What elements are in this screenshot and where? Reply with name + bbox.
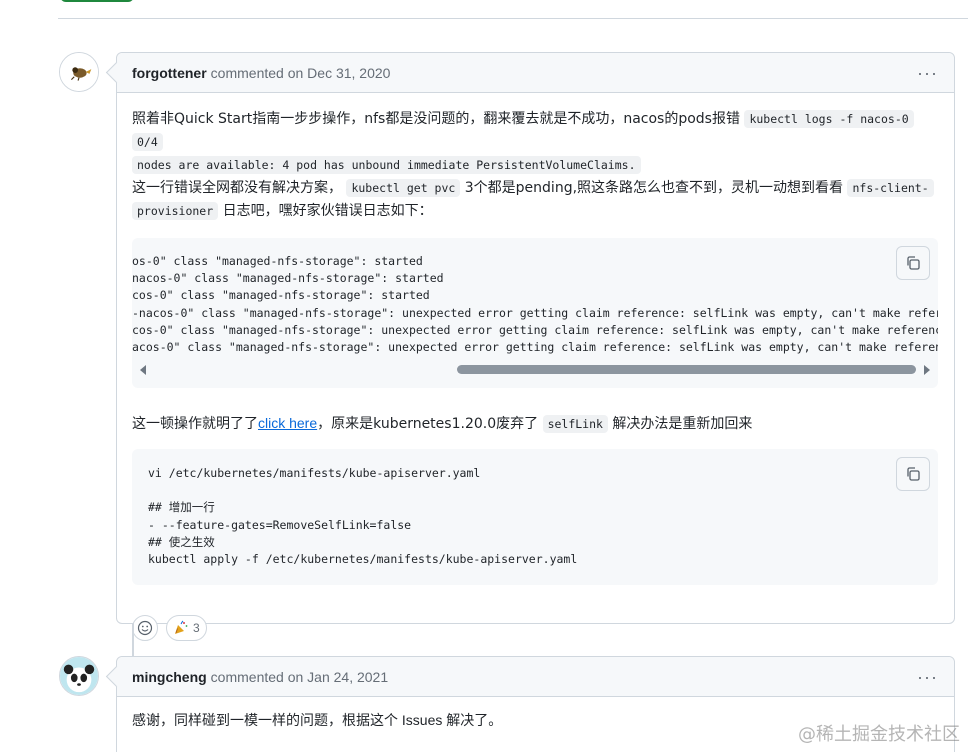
code-line: acos-0" class "managed-nfs-storage": une… [132, 340, 938, 355]
copy-button[interactable] [896, 457, 930, 491]
inline-code: provisioner [132, 202, 219, 220]
avatar-bird-icon [60, 53, 98, 91]
copy-button[interactable] [896, 246, 930, 280]
scrollbar-thumb[interactable] [457, 365, 916, 375]
comment-forgottener: forgottener commented on Dec 31, 2020 ··… [116, 52, 955, 641]
inline-code: nfs-client- [847, 179, 934, 197]
code-line: cos-0" class "managed-nfs-storage": unex… [132, 322, 938, 337]
code-line: os-0" class "managed-nfs-storage": start… [132, 254, 423, 268]
comment-paragraph-2: 这一顿操作就明了了click here，原来是kubernetes1.20.0废… [132, 415, 753, 433]
more-options-icon[interactable]: ··· [917, 668, 938, 686]
log-code-block[interactable]: os-0" class "managed-nfs-storage": start… [132, 238, 938, 388]
code-line: -nacos-0" class "managed-nfs-storage": u… [132, 305, 938, 320]
watermark: @稀土掘金技术社区 [798, 724, 960, 745]
reaction-hooray-button[interactable]: 3 [166, 615, 207, 641]
avatar-forgottener[interactable] [59, 52, 99, 92]
code-line: cos-0" class "managed-nfs-storage": star… [132, 288, 430, 303]
comment-paragraph-1: 照着非Quick Start指南一步步操作，nfs都是没问题的，翻来覆去就是不成… [132, 107, 938, 222]
code-line: ## 使之生效 [148, 534, 215, 549]
inline-code: 0/4 [132, 133, 163, 151]
code-line: nacos-0" class "managed-nfs-storage": st… [132, 271, 444, 286]
comment-author[interactable]: mingcheng [132, 669, 207, 685]
code-line: vi /etc/kubernetes/manifests/kube-apiser… [148, 466, 481, 480]
comment-timestamp[interactable]: commented on Dec 31, 2020 [211, 65, 391, 81]
scroll-right-arrow-icon[interactable] [924, 365, 930, 376]
fix-code-text: vi /etc/kubernetes/manifests/kube-apiser… [132, 449, 938, 568]
code-line: - --feature-gates=RemoveSelfLink=false [148, 517, 412, 532]
horizontal-scrollbar[interactable] [132, 362, 938, 378]
smiley-icon [137, 620, 153, 636]
scroll-left-arrow-icon[interactable] [140, 365, 146, 376]
avatar-mingcheng[interactable] [59, 656, 99, 696]
reaction-count: 3 [193, 621, 200, 635]
comment-header: mingcheng commented on Jan 24, 2021 ··· [117, 657, 954, 697]
comment-body: 照着非Quick Start指南一步步操作，nfs都是没问题的，翻来覆去就是不成… [117, 93, 954, 657]
comment-author[interactable]: forgottener [132, 65, 207, 81]
log-code-text: os-0" class "managed-nfs-storage": start… [132, 238, 938, 356]
click-here-link[interactable]: click here [258, 415, 317, 431]
comment-header: forgottener commented on Dec 31, 2020 ··… [117, 53, 954, 93]
fix-code-block[interactable]: vi /etc/kubernetes/manifests/kube-apiser… [132, 449, 938, 585]
top-green-button-edge [60, 0, 134, 2]
more-options-icon[interactable]: ··· [917, 64, 938, 82]
party-popper-icon [175, 620, 188, 634]
top-divider [58, 18, 968, 19]
inline-code: selfLink [542, 415, 608, 433]
copy-icon [907, 256, 920, 270]
inline-code: kubectl logs -f nacos-0 [744, 110, 914, 128]
timeline-connector [132, 623, 134, 657]
inline-code: nodes are available: 4 pod has unbound i… [132, 156, 641, 174]
inline-code: kubectl get pvc [346, 179, 461, 197]
code-line: kubectl apply -f /etc/kubernetes/manifes… [148, 552, 578, 567]
avatar-panda-icon [60, 657, 98, 695]
reactions-bar: 3 [132, 585, 938, 657]
code-line: ## 增加一行 [148, 500, 215, 515]
copy-icon [907, 467, 920, 481]
comment-timestamp[interactable]: commented on Jan 24, 2021 [211, 669, 388, 685]
add-reaction-button[interactable] [132, 615, 158, 641]
